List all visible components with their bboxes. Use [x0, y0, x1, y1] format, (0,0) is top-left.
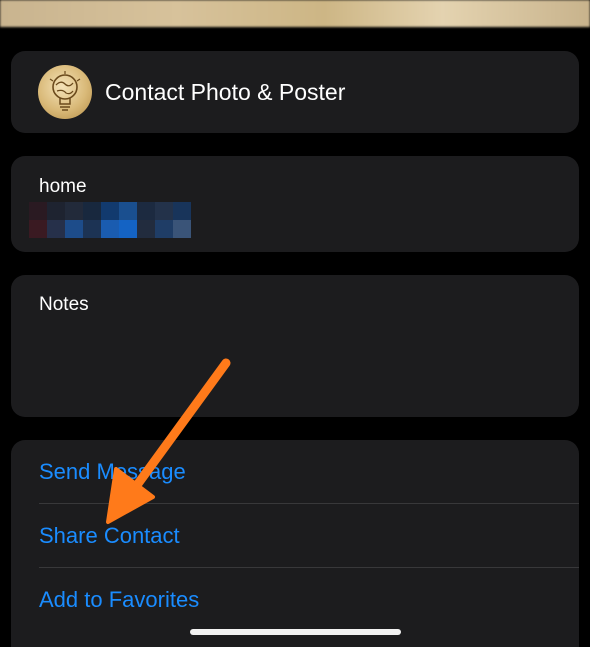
contact-photo-poster-label: Contact Photo & Poster	[105, 79, 346, 105]
add-to-favorites-button[interactable]: Add to Favorites	[11, 568, 579, 632]
phone-home-field[interactable]: home	[11, 156, 579, 252]
notes-field[interactable]: Notes	[11, 275, 579, 417]
share-contact-label: Share Contact	[39, 523, 180, 548]
send-message-label: Send Message	[39, 459, 186, 484]
actions-group: Send Message Share Contact Add to Favori…	[11, 440, 579, 647]
contact-photo-poster-row[interactable]: Contact Photo & Poster	[11, 51, 579, 133]
home-label: home	[39, 176, 87, 197]
contact-poster-background	[0, 0, 590, 27]
avatar	[38, 65, 92, 119]
home-indicator[interactable]	[190, 629, 401, 635]
share-contact-button[interactable]: Share Contact	[11, 504, 579, 568]
send-message-button[interactable]: Send Message	[11, 440, 579, 504]
redacted-phone-number	[29, 202, 191, 238]
add-to-favorites-label: Add to Favorites	[39, 587, 200, 612]
lightbulb-globe-icon	[49, 71, 81, 111]
notes-label: Notes	[39, 294, 89, 315]
